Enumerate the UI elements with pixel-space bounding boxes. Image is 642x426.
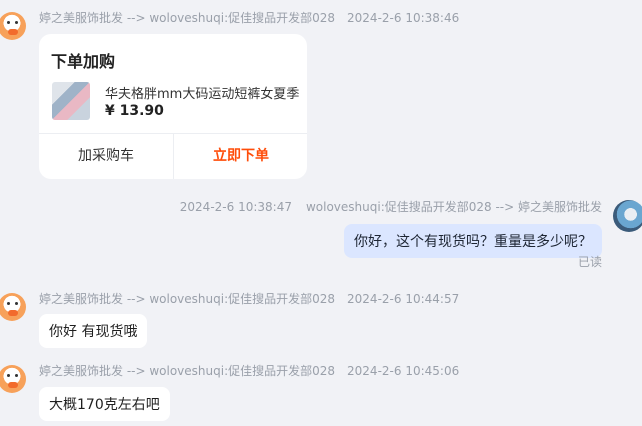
add-to-cart-button[interactable]: 加采购车 <box>39 134 173 179</box>
seller-avatar-icon[interactable] <box>0 365 26 393</box>
message-header: 婷之美服饰批发 --> woloveshuqi:促佳搜品开发部028 2024-2… <box>39 9 459 26</box>
message-time: 2024-2-6 10:44:57 <box>347 292 460 306</box>
buy-now-button[interactable]: 立即下单 <box>174 134 307 179</box>
message-sender: 婷之美服饰批发 --> woloveshuqi:促佳搜品开发部028 <box>39 11 336 25</box>
message-sender: 婷之美服饰批发 --> woloveshuqi:促佳搜品开发部028 <box>39 364 336 378</box>
message-header: 2024-2-6 10:38:47 woloveshuqi:促佳搜品开发部028 … <box>180 198 602 215</box>
product-thumbnail[interactable] <box>52 82 90 120</box>
message-bubble: 大概170克左右吧 <box>39 387 170 421</box>
user-avatar-icon[interactable] <box>613 200 642 232</box>
message-sender: 婷之美服饰批发 --> woloveshuqi:促佳搜品开发部028 <box>39 292 336 306</box>
product-price: ¥ 13.90 <box>105 103 164 119</box>
message-time: 2024-2-6 10:38:46 <box>347 11 460 25</box>
order-card: 下单加购 华夫格胖mm大码运动短裤女夏季 ¥ 13.90 加采购车 立即下单 <box>39 34 307 179</box>
message-header: 婷之美服饰批发 --> woloveshuqi:促佳搜品开发部028 2024-2… <box>39 290 459 307</box>
message-bubble: 你好 有现货哦 <box>39 314 148 348</box>
message-time: 2024-2-6 10:45:06 <box>347 364 460 378</box>
message-time: 2024-2-6 10:38:47 <box>179 200 292 214</box>
seller-avatar-icon[interactable] <box>0 293 26 321</box>
seller-avatar-icon[interactable] <box>0 12 26 40</box>
read-status: 已读 <box>577 255 602 269</box>
message-header: 婷之美服饰批发 --> woloveshuqi:促佳搜品开发部028 2024-2… <box>39 362 459 379</box>
order-card-title: 下单加购 <box>51 52 116 71</box>
message-sender: woloveshuqi:促佳搜品开发部028 --> 婷之美服饰批发 <box>305 200 602 214</box>
product-name[interactable]: 华夫格胖mm大码运动短裤女夏季 <box>105 83 299 102</box>
message-bubble: 你好，这个有现货吗？重量是多少呢？ <box>344 224 602 258</box>
